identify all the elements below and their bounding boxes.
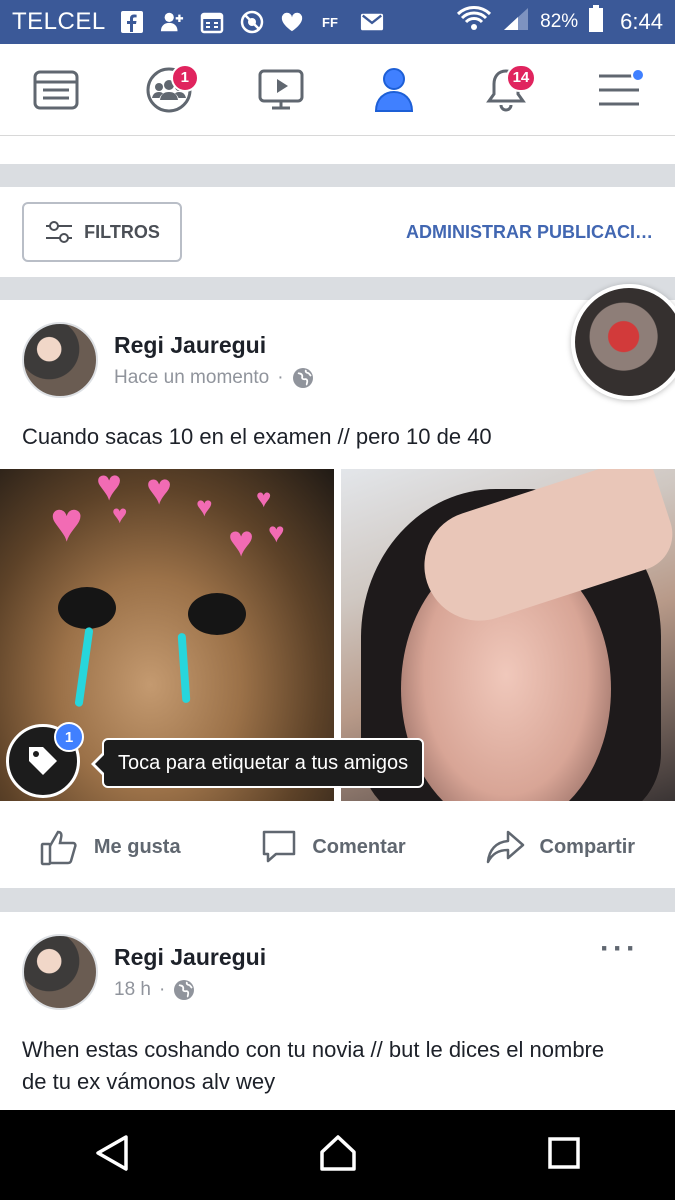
tab-profile[interactable] <box>362 58 426 122</box>
comment-icon <box>263 830 296 863</box>
tear-drawing <box>177 632 191 704</box>
top-nav-bar: 1 14 <box>0 44 675 136</box>
home-icon <box>320 1134 357 1171</box>
globe-icon <box>292 367 313 388</box>
tag-icon <box>29 747 57 775</box>
add-friend-icon <box>160 10 184 34</box>
tab-news-feed[interactable] <box>24 58 88 122</box>
post-meta: Regi Jauregui 18 h · <box>114 944 266 1001</box>
back-icon <box>96 1134 128 1171</box>
cat-eye <box>58 587 116 629</box>
avatar[interactable] <box>22 934 98 1010</box>
home-button[interactable] <box>318 1134 358 1177</box>
post-subtitle: 18 h · <box>114 979 266 1001</box>
notification-icons: FF <box>120 10 456 34</box>
gmail-icon <box>360 10 384 34</box>
like-button[interactable]: Me gusta <box>40 828 181 866</box>
heart-sticker-icon: ♥ <box>50 490 84 553</box>
dot-separator: · <box>277 366 284 388</box>
profile-icon <box>374 67 413 112</box>
system-navigation-bar <box>0 1110 675 1200</box>
thumbs-up-icon <box>40 830 77 866</box>
ff-icon: FF <box>320 10 344 34</box>
dot-separator: · <box>158 978 166 1000</box>
heart-sticker-icon: ♥ <box>256 483 272 513</box>
recents-icon <box>548 1136 580 1169</box>
heart-sticker-icon: ♥ <box>228 517 255 566</box>
heart-icon <box>280 10 304 34</box>
tooltip-text: Toca para etiquetar a tus amigos <box>118 751 409 774</box>
tab-notifications[interactable]: 14 <box>474 58 538 122</box>
heart-sticker-icon: ♥ <box>146 469 173 514</box>
svg-text:FF: FF <box>322 15 338 30</box>
post-header: Regi Jauregui Hace un momento · <box>22 322 314 398</box>
system-indicators: 82% 6:44 <box>456 5 663 39</box>
filters-label: FILTROS <box>84 221 160 242</box>
signal-icon <box>502 6 530 38</box>
clock: 6:44 <box>620 9 663 34</box>
tab-groups[interactable]: 1 <box>137 58 201 122</box>
tab-watch[interactable] <box>249 58 313 122</box>
post-time[interactable]: Hace un momento <box>114 367 269 389</box>
author-name[interactable]: Regi Jauregui <box>114 332 314 359</box>
filters-button[interactable]: FILTROS <box>22 202 182 262</box>
share-label: Compartir <box>539 835 636 858</box>
tag-count-badge: 1 <box>54 722 84 752</box>
menu-new-dot <box>630 67 645 82</box>
tag-tooltip[interactable]: Toca para etiquetar a tus amigos <box>90 738 425 788</box>
post-options-button[interactable]: ··· <box>600 932 639 966</box>
avatar[interactable] <box>22 322 98 398</box>
heart-sticker-icon: ♥ <box>112 499 128 529</box>
battery-icon <box>588 5 604 39</box>
wifi-icon <box>456 6 492 38</box>
filter-row: FILTROS ADMINISTRAR PUBLICACI… <box>0 187 675 277</box>
groups-badge: 1 <box>170 63 199 92</box>
post-header: Regi Jauregui 18 h · <box>22 934 266 1010</box>
status-bar: TELCEL FF 82% 6:44 <box>0 0 675 44</box>
post-actions: Me gusta Comentar Compartir <box>0 806 675 888</box>
post-text: When estas coshando con tu novia // but … <box>22 1037 605 1094</box>
post-card: Regi Jauregui Hace un momento · Cuando s… <box>0 300 675 888</box>
back-button[interactable] <box>94 1133 130 1178</box>
like-label: Me gusta <box>93 835 181 858</box>
post-text: Cuando sacas 10 en el examen // pero 10 … <box>22 424 492 449</box>
no-data-icon <box>240 10 264 34</box>
carrier-name: TELCEL <box>12 8 106 35</box>
post-meta: Regi Jauregui Hace un momento · <box>114 332 314 389</box>
tab-menu[interactable] <box>587 58 651 122</box>
heart-sticker-icon: ♥ <box>268 517 285 548</box>
cat-eye <box>188 593 246 635</box>
sliders-icon <box>46 221 73 243</box>
calendar-icon <box>200 10 224 34</box>
news-feed-icon <box>33 70 79 109</box>
floating-profile-avatar[interactable] <box>571 284 675 400</box>
comment-label: Comentar <box>312 835 406 858</box>
recents-button[interactable] <box>547 1136 581 1175</box>
manage-posts-link[interactable]: ADMINISTRAR PUBLICACI… <box>406 222 653 243</box>
post-time[interactable]: 18 h <box>114 979 151 1001</box>
battery-percent: 82% <box>540 11 579 32</box>
notifications-badge: 14 <box>505 63 537 92</box>
share-button[interactable]: Compartir <box>486 828 636 866</box>
author-name[interactable]: Regi Jauregui <box>114 944 266 971</box>
facebook-icon <box>120 10 144 34</box>
share-icon <box>486 830 524 864</box>
post-card: Regi Jauregui 18 h · ··· When estas cosh… <box>0 912 675 1110</box>
feed-top-strip <box>0 136 675 164</box>
tear-drawing <box>74 626 94 708</box>
heart-sticker-icon: ♥ <box>196 491 213 522</box>
watch-icon <box>258 69 304 109</box>
globe-icon <box>174 979 195 1000</box>
comment-button[interactable]: Comentar <box>260 828 406 866</box>
post-subtitle: Hace un momento · <box>114 367 314 389</box>
